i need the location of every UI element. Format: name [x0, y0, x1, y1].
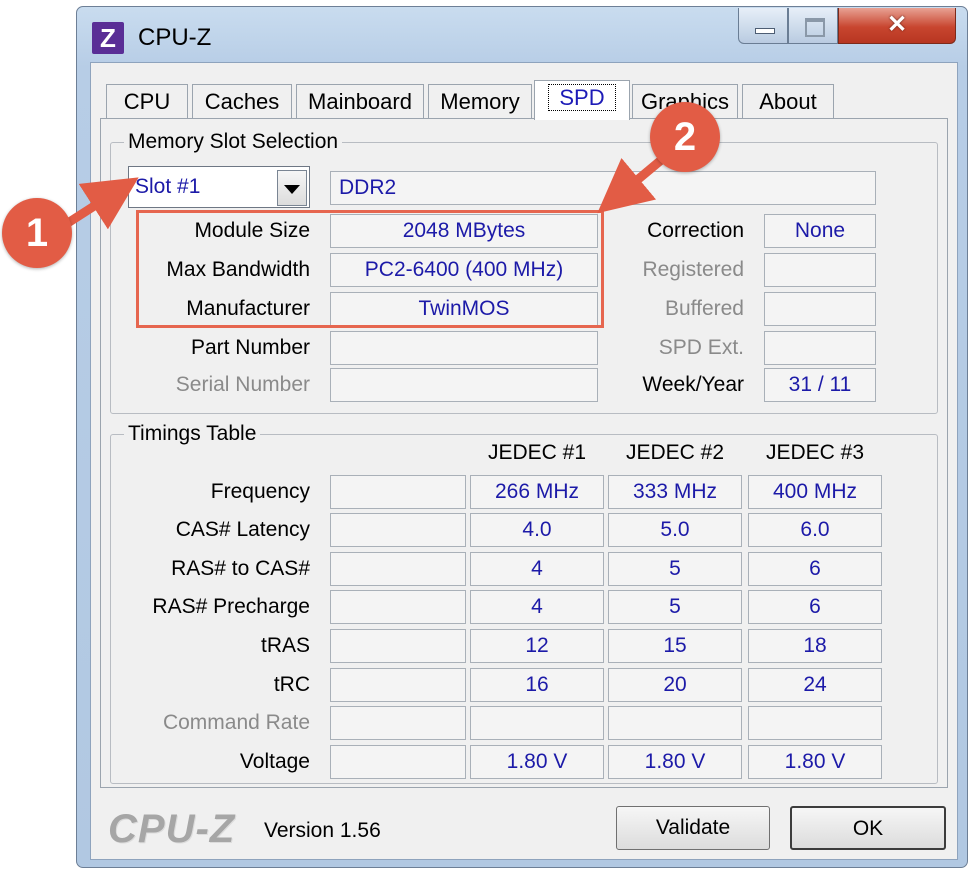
ok-button[interactable]: OK: [790, 806, 946, 850]
timing-cell: 4: [470, 590, 604, 624]
timing-extra-cell: [330, 590, 466, 624]
timing-extra-cell: [330, 706, 466, 740]
timing-cell: 5.0: [608, 513, 742, 547]
callout-1-badge: 1: [2, 198, 72, 268]
timing-extra-cell: [330, 745, 466, 779]
timing-cell: 4: [470, 552, 604, 586]
timing-row-label: RAS# to CAS#: [171, 557, 310, 580]
week-year-value: 31 / 11: [764, 368, 876, 402]
close-button[interactable]: ✕: [838, 8, 956, 44]
minimize-icon: [755, 28, 775, 34]
part-number-label: Part Number: [190, 336, 310, 359]
timing-cell: 400 MHz: [748, 475, 882, 509]
serial-number-value: [330, 368, 598, 402]
correction-value: None: [764, 214, 876, 248]
timing-cell: 24: [748, 668, 882, 702]
timings-table-group-title: Timings Table: [124, 422, 261, 446]
timing-cell: 1.80 V: [470, 745, 604, 779]
validate-button[interactable]: Validate: [616, 806, 770, 850]
spd-ext-label: SPD Ext.: [658, 336, 744, 359]
timing-extra-cell: [330, 668, 466, 702]
timing-cell: 18: [748, 629, 882, 663]
slot-select-value: Slot #1: [135, 175, 201, 198]
timing-cell: 5: [608, 590, 742, 624]
cpuz-app-icon: Z: [92, 22, 124, 54]
memory-type-field: DDR2: [330, 171, 876, 205]
timing-cell: 333 MHz: [608, 475, 742, 509]
timing-cell: [748, 706, 882, 740]
timing-cell: 6: [748, 590, 882, 624]
tab-about[interactable]: About: [742, 84, 834, 118]
timing-cell: 5: [608, 552, 742, 586]
timing-row-label: Voltage: [239, 750, 310, 773]
tab-caches[interactable]: Caches: [192, 84, 292, 118]
tab-spd[interactable]: SPD: [534, 80, 630, 120]
timing-cell: [470, 706, 604, 740]
timing-extra-cell: [330, 629, 466, 663]
timing-cell: 4.0: [470, 513, 604, 547]
window-title: CPU-Z: [138, 24, 212, 51]
buffered-value: [764, 292, 876, 326]
timing-row-label: tRAS: [260, 634, 310, 657]
timing-cell: 16: [470, 668, 604, 702]
serial-number-label: Serial Number: [175, 373, 310, 396]
spd-ext-value: [764, 331, 876, 365]
timing-cell: 15: [608, 629, 742, 663]
timing-extra-cell: [330, 513, 466, 547]
timing-cell: 1.80 V: [748, 745, 882, 779]
timing-cell: 12: [470, 629, 604, 663]
timing-extra-cell: [330, 475, 466, 509]
slot-select[interactable]: Slot #1: [128, 166, 310, 208]
maximize-button[interactable]: [788, 8, 838, 44]
timings-col-header: JEDEC #1: [487, 441, 587, 464]
registered-label: Registered: [642, 258, 744, 281]
tab-mainboard[interactable]: Mainboard: [296, 84, 424, 118]
timing-extra-cell: [330, 552, 466, 586]
close-icon: ✕: [886, 11, 908, 38]
timing-cell: 1.80 V: [608, 745, 742, 779]
timing-cell: 20: [608, 668, 742, 702]
timings-col-header: JEDEC #2: [625, 441, 725, 464]
tab-memory[interactable]: Memory: [428, 84, 532, 118]
buffered-label: Buffered: [664, 297, 744, 320]
highlight-box: [136, 210, 604, 328]
timing-cell: 6.0: [748, 513, 882, 547]
minimize-button[interactable]: [738, 8, 788, 44]
version-label: Version 1.56: [264, 819, 381, 842]
registered-value: [764, 253, 876, 287]
timing-cell: 6: [748, 552, 882, 586]
memory-slot-group-title: Memory Slot Selection: [124, 130, 343, 154]
timing-cell: [608, 706, 742, 740]
cpuz-logo: CPU-Z: [108, 807, 236, 851]
timing-row-label: CAS# Latency: [175, 518, 310, 541]
timing-row-label: RAS# Precharge: [152, 595, 310, 618]
tab-cpu[interactable]: CPU: [106, 84, 188, 118]
timing-cell: 266 MHz: [470, 475, 604, 509]
week-year-label: Week/Year: [642, 373, 744, 396]
timing-row-label: Frequency: [210, 480, 310, 503]
timing-row-label: tRC: [273, 673, 310, 696]
chevron-down-icon[interactable]: [277, 170, 307, 206]
correction-label: Correction: [647, 219, 744, 242]
maximize-icon: [805, 18, 825, 37]
callout-2-badge: 2: [650, 102, 720, 172]
part-number-value: [330, 331, 598, 365]
timings-col-header: JEDEC #3: [765, 441, 865, 464]
timing-row-label: Command Rate: [162, 711, 310, 734]
